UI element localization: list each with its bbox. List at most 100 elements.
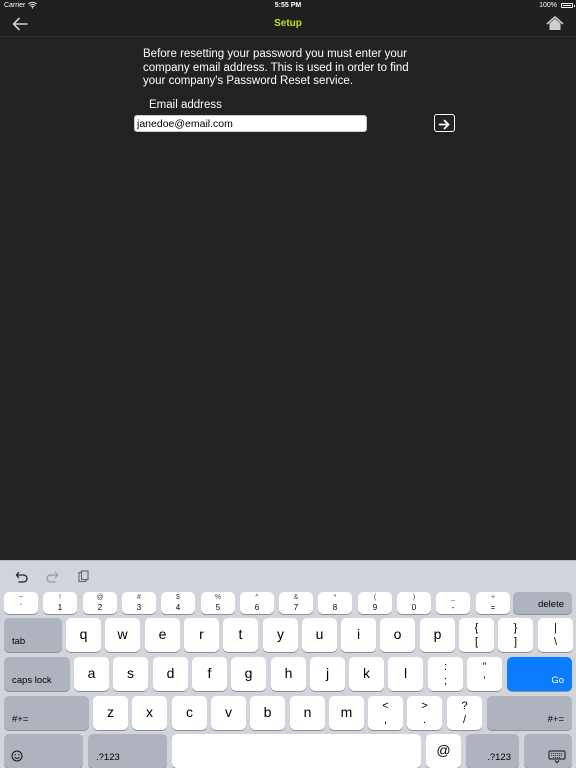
key-number-8[interactable]: * 8 <box>318 592 352 614</box>
at-key[interactable]: @ <box>426 734 461 768</box>
key-label: g <box>244 665 253 682</box>
key-label: 8 <box>332 603 338 612</box>
key-h[interactable]: h <box>271 657 306 691</box>
key-n[interactable]: n <box>290 696 325 730</box>
caps-lock-key[interactable]: caps lock <box>4 657 70 691</box>
key-e[interactable]: e <box>145 618 180 652</box>
key-l[interactable]: l <box>388 657 423 691</box>
submit-button[interactable] <box>434 114 455 132</box>
numbers-right-key[interactable]: .?123 <box>466 734 519 768</box>
key-w[interactable]: w <box>105 618 140 652</box>
key-q[interactable]: q <box>66 618 101 652</box>
key-number-1[interactable]: ! 1 <box>43 592 77 614</box>
key-symbol-q-2[interactable]: | \ <box>538 618 573 652</box>
key-number-5[interactable]: % 5 <box>201 592 235 614</box>
emoji-icon <box>11 750 23 762</box>
go-label: Go <box>551 675 564 686</box>
key-y[interactable]: y <box>263 618 298 652</box>
key-number-7[interactable]: & 7 <box>279 592 313 614</box>
key-shift-label: _ <box>451 594 455 601</box>
key-label: o <box>393 626 402 643</box>
key-label: r <box>199 626 204 643</box>
key-shift-label: ( <box>373 594 377 601</box>
key-d[interactable]: d <box>153 657 188 691</box>
emoji-key[interactable] <box>4 734 83 768</box>
hide-keyboard-key[interactable] <box>524 734 572 768</box>
key-label: - <box>451 603 455 612</box>
key-j[interactable]: j <box>310 657 345 691</box>
key-symbol-z-2[interactable]: ? / <box>447 696 482 730</box>
key-label: 7 <box>293 603 299 612</box>
key-label: s <box>127 665 134 682</box>
key-number-2[interactable]: @2 <box>83 592 117 614</box>
key-p[interactable]: p <box>420 618 455 652</box>
email-field[interactable] <box>134 115 367 132</box>
status-bar: Carrier 5:55 PM 100% <box>0 0 576 12</box>
key-shift-label: * <box>333 594 337 601</box>
paste-icon[interactable] <box>76 570 90 584</box>
numbers-left-key[interactable]: .?123 <box>88 734 167 768</box>
key-number-11[interactable]: _ - <box>436 592 470 614</box>
key-g[interactable]: g <box>231 657 266 691</box>
page-title: Setup <box>274 18 302 29</box>
key-number-4[interactable]: $4 <box>161 592 195 614</box>
key-label: u <box>315 626 324 643</box>
key-x[interactable]: x <box>132 696 167 730</box>
key-number-3[interactable]: #3 <box>122 592 156 614</box>
key-label: 0 <box>411 603 417 612</box>
key-i[interactable]: i <box>341 618 376 652</box>
key-symbol-q-1[interactable]: }] <box>498 618 533 652</box>
key-label: , <box>383 714 388 726</box>
tab-key[interactable]: tab <box>4 618 62 652</box>
key-t[interactable]: t <box>223 618 258 652</box>
key-v[interactable]: v <box>211 696 246 730</box>
shift-left-label: #+= <box>12 714 29 725</box>
key-c[interactable]: c <box>172 696 207 730</box>
key-b[interactable]: b <box>250 696 285 730</box>
key-label: y <box>277 626 284 643</box>
key-label: t <box>238 626 243 643</box>
key-o[interactable]: o <box>380 618 415 652</box>
key-symbol-z-0[interactable]: <, <box>368 696 403 730</box>
tab-label: tab <box>12 636 26 647</box>
key-r[interactable]: r <box>184 618 219 652</box>
key-label: 6 <box>254 603 260 612</box>
key-u[interactable]: u <box>302 618 337 652</box>
arrow-right-icon <box>438 119 450 129</box>
key-symbol-z-1[interactable]: >. <box>407 696 442 730</box>
keyboard-hide-icon <box>548 750 566 764</box>
numbers-left-label: .?123 <box>96 752 120 763</box>
email-label: Email address <box>149 99 222 111</box>
redo-icon[interactable] <box>45 570 59 584</box>
key-label: 9 <box>372 603 378 612</box>
delete-key[interactable]: delete <box>513 592 572 614</box>
key-symbol-a-0[interactable]: :; <box>428 657 463 691</box>
key-s[interactable]: s <box>113 657 148 691</box>
shift-left-key[interactable]: #+= <box>4 696 89 730</box>
key-number-9[interactable]: (9 <box>358 592 392 614</box>
key-number-6[interactable]: ^ 6 <box>240 592 274 614</box>
status-time: 5:55 PM <box>274 2 302 9</box>
home-button[interactable] <box>546 15 564 33</box>
key-symbol-a-1[interactable]: ”’ <box>467 657 502 691</box>
key-shift-label: ~ <box>18 594 24 601</box>
shift-right-key[interactable]: #+= <box>487 696 572 730</box>
key-f[interactable]: f <box>192 657 227 691</box>
key-m[interactable]: m <box>329 696 364 730</box>
key-symbol-q-0[interactable]: {[ <box>459 618 494 652</box>
key-k[interactable]: k <box>349 657 384 691</box>
key-label: . <box>422 714 427 726</box>
go-key[interactable]: Go <box>507 657 572 691</box>
key-shift-label: # <box>137 594 141 601</box>
key-a[interactable]: a <box>74 657 109 691</box>
space-bar[interactable] <box>172 734 421 768</box>
key-number-12[interactable]: + = <box>476 592 510 614</box>
key-shift-label: + <box>490 594 496 601</box>
undo-icon[interactable] <box>15 570 29 584</box>
key-label: z <box>107 704 114 721</box>
key-number-0[interactable]: ~ ` <box>4 592 38 614</box>
nav-bar: Setup <box>0 12 576 37</box>
key-number-10[interactable]: ) 0 <box>397 592 431 614</box>
key-z[interactable]: z <box>93 696 128 730</box>
key-label: c <box>186 704 193 721</box>
